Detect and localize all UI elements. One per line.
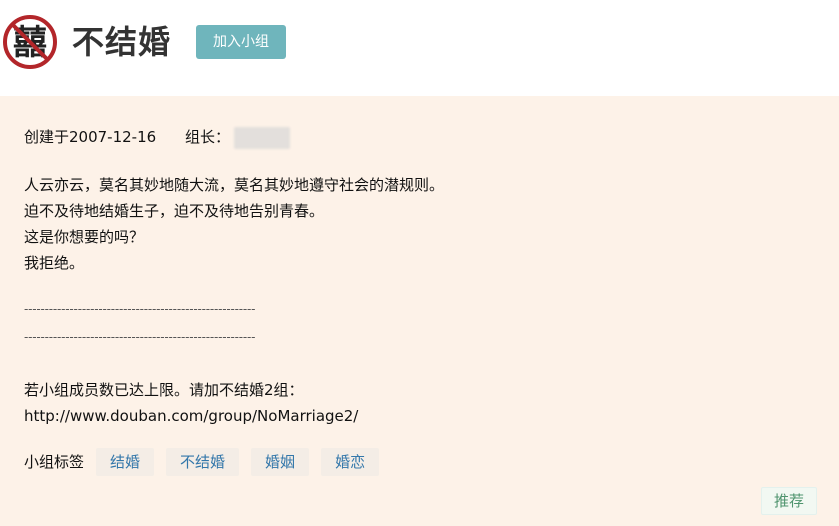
created-date: 创建于2007-12-16	[24, 128, 157, 146]
intro-line: 迫不及待地结婚生子，迫不及待地告别青春。	[24, 202, 325, 220]
group-tags: 小组标签 结婚 不结婚 婚姻 婚恋	[24, 448, 380, 476]
owner-label: 组长：	[184, 128, 230, 146]
tag-item[interactable]: 不结婚	[166, 448, 240, 476]
tags-label: 小组标签	[24, 453, 85, 471]
group-header: 囍 不结婚 加入小组	[0, 0, 839, 96]
intro-line: 这是你想要的吗？	[24, 228, 145, 246]
intro-line: 我拒绝。	[24, 254, 85, 272]
tag-item[interactable]: 婚恋	[321, 448, 380, 476]
separator-line: ----------------------------------------…	[24, 302, 256, 316]
intro-line: 人云亦云，莫名其妙地随大流，莫名其妙地遵守社会的潜规则。	[24, 176, 445, 194]
member-limit-text: 若小组成员数已达上限。请加不结婚2组：	[24, 381, 304, 399]
group2-link[interactable]: http://www.douban.com/group/NoMarriage2/	[24, 403, 358, 429]
group-intro: 人云亦云，莫名其妙地随大流，莫名其妙地遵守社会的潜规则。 迫不及待地结婚生子，迫…	[24, 172, 444, 276]
group-title: 不结婚	[72, 23, 172, 61]
group-meta: 创建于2007-12-16 组长：	[24, 126, 290, 149]
recommend-button[interactable]: 推荐	[761, 487, 817, 515]
member-limit-note: 若小组成员数已达上限。请加不结婚2组： http://www.douban.co…	[24, 377, 358, 429]
tag-item[interactable]: 结婚	[96, 448, 155, 476]
separator-line: ----------------------------------------…	[24, 330, 256, 344]
join-group-button[interactable]: 加入小组	[196, 25, 286, 59]
group-info-panel: 创建于2007-12-16 组长： 人云亦云，莫名其妙地随大流，莫名其妙地遵守社…	[0, 96, 839, 526]
tag-item[interactable]: 婚姻	[251, 448, 310, 476]
no-marriage-logo-icon: 囍	[3, 15, 57, 69]
owner-name-redacted[interactable]	[233, 126, 290, 149]
